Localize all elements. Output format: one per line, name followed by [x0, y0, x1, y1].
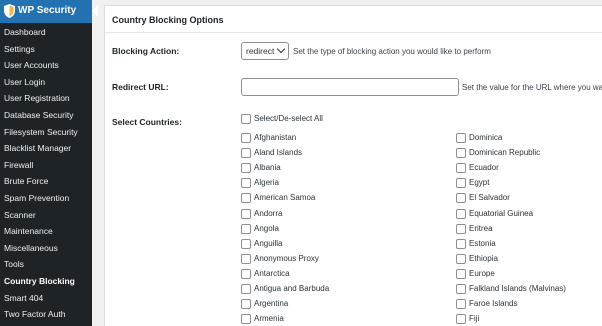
country-checkbox[interactable] [241, 193, 251, 204]
country-checkbox[interactable] [456, 178, 466, 189]
country-label: Dominican Republic [469, 148, 541, 158]
country-label: Angola [254, 223, 279, 233]
sidebar-item-user-registration[interactable]: User Registration [0, 90, 92, 107]
wp-security-title: WP Security [18, 5, 77, 16]
country-label: Faroe Islands [469, 299, 518, 309]
country-checkbox[interactable] [456, 268, 466, 279]
sidebar-item-maintenance[interactable]: Maintenance [0, 223, 92, 240]
country-checkbox[interactable] [241, 178, 251, 189]
select-all-label: Select/De-select All [254, 114, 323, 123]
chevron-down-icon [276, 44, 286, 54]
shield-icon [4, 4, 15, 18]
sidebar-item-miscellaneous[interactable]: Miscellaneous [0, 240, 92, 257]
country-label: Europe [469, 268, 495, 278]
sidebar-item-filesystem-security[interactable]: Filesystem Security [0, 124, 92, 141]
country-checkbox[interactable] [456, 314, 466, 325]
redirect-url-input[interactable] [241, 78, 459, 96]
blocking-action-select[interactable]: redirect [241, 42, 289, 60]
country-label: Andorra [254, 208, 283, 218]
country-label: Aland Islands [254, 148, 303, 158]
blocking-action-label: Blocking Action: [112, 46, 180, 56]
country-label: American Samoa [254, 193, 316, 203]
country-checkbox[interactable] [456, 238, 466, 249]
admin-sidebar: WP Security Dashboard Settings User Accoun… [0, 0, 98, 326]
country-label: Dominica [469, 133, 503, 142]
country-label: Eritrea [469, 223, 493, 233]
country-blocking-panel: Country Blocking Options Blocking Action… [104, 5, 602, 326]
country-checkbox[interactable] [241, 148, 251, 159]
blocking-action-description: Set the type of blocking action you woul… [293, 47, 491, 56]
sidebar-item-firewall[interactable]: Firewall [0, 157, 92, 174]
redirect-url-description: Set the value for the URL where you want [462, 83, 602, 92]
country-checkbox[interactable] [241, 208, 251, 219]
country-label: Antarctica [254, 268, 290, 278]
country-checkbox[interactable] [456, 284, 466, 294]
sidebar-item-scanner[interactable]: Scanner [0, 207, 92, 224]
sidebar-item-blacklist-manager[interactable]: Blacklist Manager [0, 140, 92, 157]
country-checkbox[interactable] [241, 253, 251, 264]
sidebar-item-settings[interactable]: Settings [0, 41, 92, 58]
country-checkbox[interactable] [456, 133, 466, 143]
country-label: Algeria [254, 178, 279, 188]
country-label: Antigua and Barbuda [254, 284, 330, 293]
country-checkbox[interactable] [241, 314, 251, 325]
sidebar-item-user-accounts[interactable]: User Accounts [0, 57, 92, 74]
blocking-action-value: redirect [246, 46, 275, 56]
country-label: Estonia [469, 238, 496, 248]
country-label: Afghanistan [254, 133, 297, 142]
sidebar-item-spam-prevention[interactable]: Spam Prevention [0, 190, 92, 207]
country-checkbox[interactable] [456, 163, 466, 174]
country-checkbox[interactable] [241, 133, 251, 143]
country-checkbox[interactable] [241, 163, 251, 174]
country-label: Armenia [254, 314, 284, 324]
country-label: Falkland Islands (Malvinas) [469, 284, 566, 293]
country-checkbox[interactable] [241, 223, 251, 234]
country-label: El Salvador [469, 193, 510, 203]
redirect-url-label: Redirect URL: [112, 82, 169, 92]
country-checkbox[interactable] [456, 223, 466, 234]
country-checkbox[interactable] [241, 238, 251, 249]
country-label: Egypt [469, 178, 490, 188]
country-checkbox[interactable] [456, 299, 466, 310]
sidebar-item-dashboard[interactable]: Dashboard [0, 24, 92, 41]
country-checkbox[interactable] [456, 148, 466, 159]
sidebar-item-user-login[interactable]: User Login [0, 74, 92, 91]
sidebar-item-database-security[interactable]: Database Security [0, 107, 92, 124]
sidebar-item-brute-force[interactable]: Brute Force [0, 173, 92, 190]
country-label: Ethiopia [469, 253, 498, 263]
country-label: Anguilla [254, 238, 283, 248]
country-label: Equatorial Guinea [469, 208, 534, 218]
country-checkbox[interactable] [456, 253, 466, 264]
sidebar-item-tools[interactable]: Tools [0, 256, 92, 273]
country-checkbox[interactable] [456, 193, 466, 204]
select-countries-label: Select Countries: [112, 117, 182, 127]
country-label: Argentina [254, 299, 289, 309]
sidebar-item-smart-404[interactable]: Smart 404 [0, 290, 92, 307]
wp-security-menu-header[interactable]: WP Security [0, 0, 98, 23]
country-label: Albania [254, 163, 281, 173]
sidebar-menu: Dashboard Settings User Accounts User Login… [0, 24, 92, 323]
country-checkbox[interactable] [241, 268, 251, 279]
select-all-checkbox[interactable] [241, 114, 251, 124]
section-divider [105, 32, 602, 33]
sidebar-item-two-factor-auth[interactable]: Two Factor Auth [0, 306, 92, 323]
country-checkbox[interactable] [456, 208, 466, 219]
country-checkbox[interactable] [241, 299, 251, 310]
section-title: Country Blocking Options [112, 15, 224, 25]
country-label: Anonymous Proxy [254, 253, 319, 263]
sidebar-item-country-blocking[interactable]: Country Blocking [0, 273, 92, 290]
country-label: Ecuador [469, 163, 499, 173]
country-checkbox[interactable] [241, 284, 251, 294]
country-label: Fiji [469, 314, 480, 324]
